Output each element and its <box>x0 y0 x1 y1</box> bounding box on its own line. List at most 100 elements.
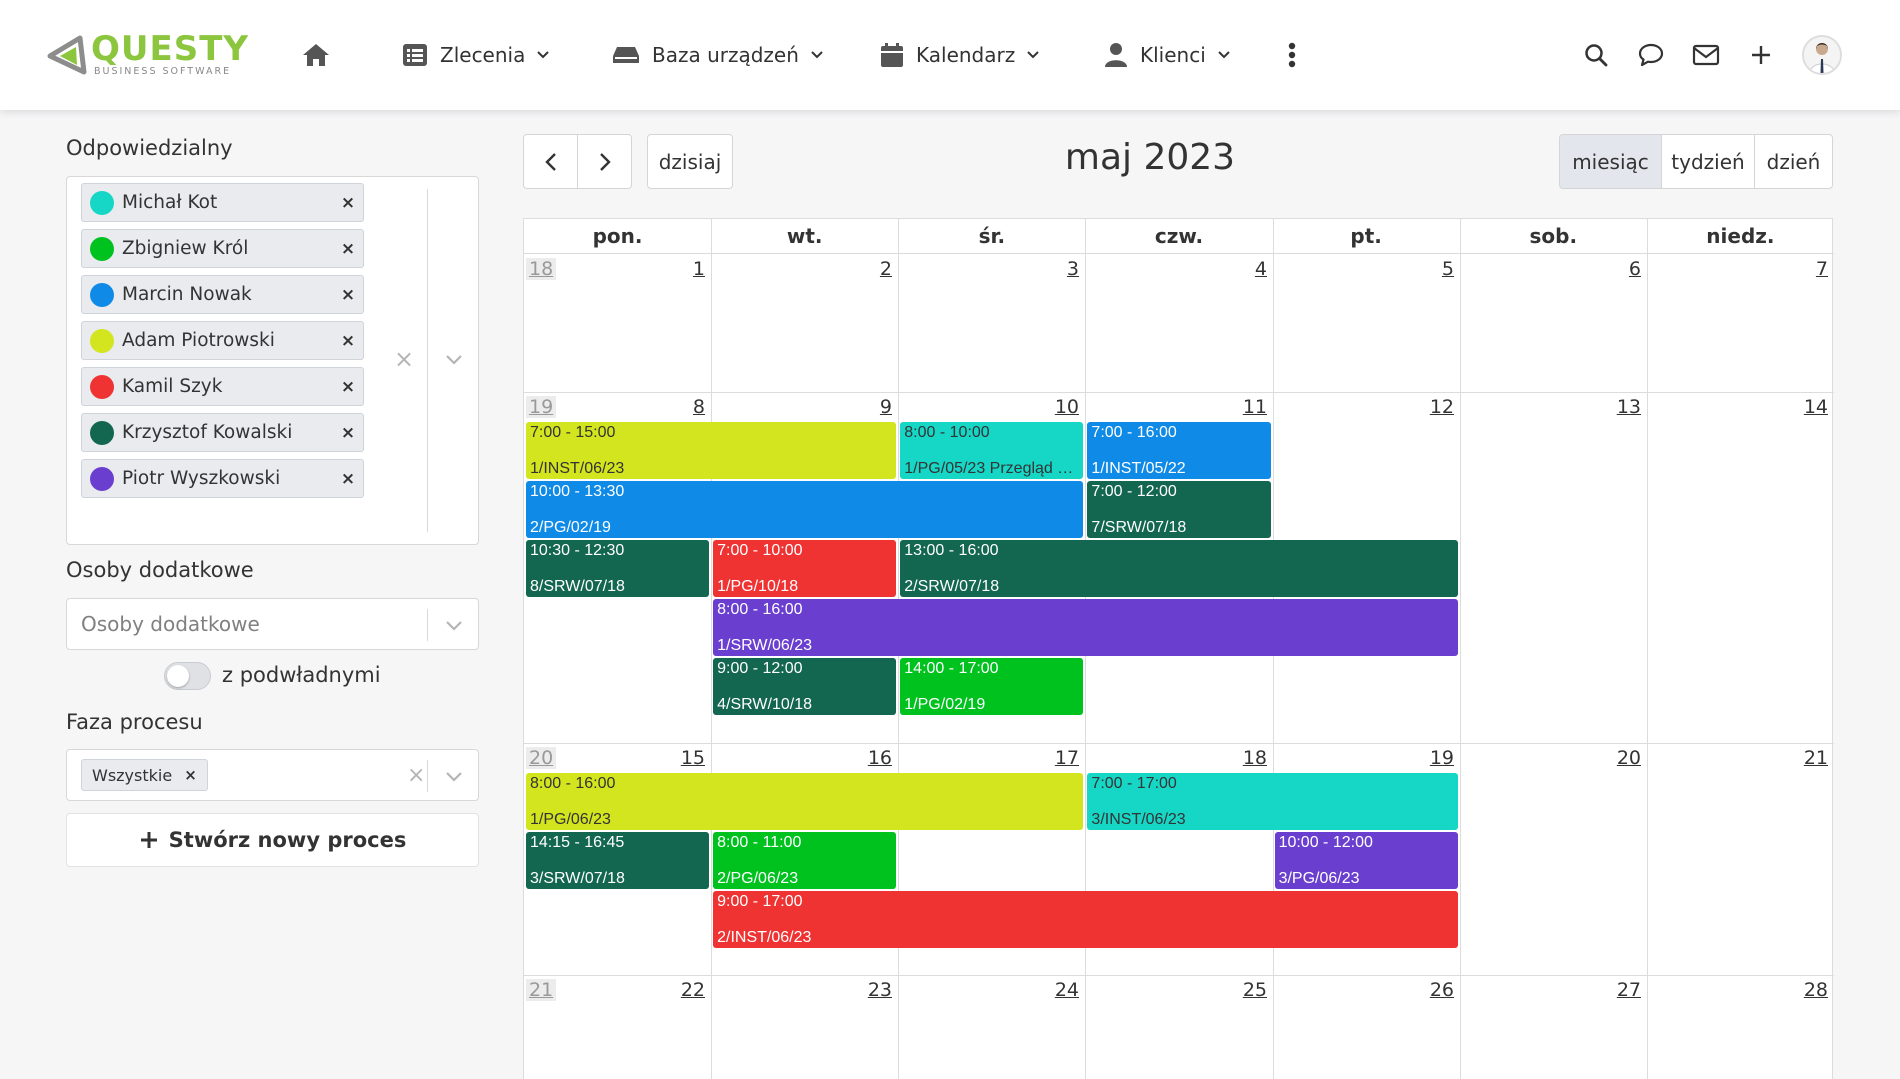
prev-month-button[interactable] <box>523 134 578 189</box>
day-number[interactable]: 3 <box>1039 258 1079 280</box>
week-number[interactable]: 20 <box>526 747 557 769</box>
day-number[interactable]: 21 <box>1788 747 1828 769</box>
home-icon[interactable] <box>296 35 336 75</box>
nav-kalendarz[interactable]: Kalendarz <box>880 35 1039 75</box>
day-number[interactable]: 25 <box>1227 979 1267 1001</box>
remove-chip-icon[interactable]: × <box>333 239 363 259</box>
additional-people-select[interactable]: Osoby dodatkowe <box>66 598 479 650</box>
calendar-event[interactable]: 7:00 - 15:00 1/INST/06/23 <box>526 422 897 479</box>
remove-chip-icon[interactable]: × <box>333 285 363 305</box>
month-calendar: pon. wt. śr. czw. pt. sob. niedz. 18 1 2 3 4 5 6 7 19 8 9… <box>523 218 1834 1079</box>
clear-all-icon[interactable]: × <box>392 347 416 371</box>
event-time: 7:00 - 10:00 <box>717 542 803 559</box>
day-number[interactable]: 2 <box>852 258 892 280</box>
avatar[interactable] <box>1802 35 1842 75</box>
subordinates-toggle[interactable] <box>164 662 211 690</box>
calendar-event[interactable]: 7:00 - 12:00 7/SRW/07/18 <box>1087 481 1271 538</box>
day-number[interactable]: 24 <box>1039 979 1079 1001</box>
day-number[interactable]: 28 <box>1788 979 1828 1001</box>
calendar-event[interactable]: 10:00 - 13:30 2/PG/02/19 <box>526 481 1084 538</box>
day-number[interactable]: 18 <box>1227 747 1267 769</box>
event-time: 7:00 - 16:00 <box>1091 424 1177 441</box>
chip-name: Kamil Szyk <box>122 376 223 397</box>
day-number[interactable]: 22 <box>665 979 705 1001</box>
plus-icon[interactable] <box>1741 35 1781 75</box>
clear-all-icon[interactable]: × <box>407 763 425 788</box>
calendar-event[interactable]: 7:00 - 17:00 3/INST/06/23 <box>1087 773 1458 830</box>
nav-zlecenia[interactable]: Zlecenia <box>402 35 550 75</box>
remove-chip-icon[interactable]: × <box>333 377 363 397</box>
day-number[interactable]: 6 <box>1601 258 1641 280</box>
day-number[interactable]: 8 <box>665 396 705 418</box>
color-dot <box>90 420 114 445</box>
day-number[interactable]: 7 <box>1788 258 1828 280</box>
view-month-button[interactable]: miesiąc <box>1559 134 1662 189</box>
calendar-event[interactable]: 7:00 - 16:00 1/INST/05/22 <box>1087 422 1271 479</box>
grid-line <box>711 219 712 1079</box>
day-number[interactable]: 13 <box>1601 396 1641 418</box>
remove-chip-icon[interactable]: × <box>333 331 363 351</box>
day-number[interactable]: 5 <box>1414 258 1454 280</box>
day-number[interactable]: 19 <box>1414 747 1454 769</box>
calendar-event[interactable]: 7:00 - 10:00 1/PG/10/18 <box>713 540 897 597</box>
day-number[interactable]: 10 <box>1039 396 1079 418</box>
calendar-event[interactable]: 9:00 - 12:00 4/SRW/10/18 <box>713 658 897 715</box>
next-month-button[interactable] <box>577 134 632 189</box>
day-number[interactable]: 1 <box>665 258 705 280</box>
view-week-button[interactable]: tydzień <box>1661 134 1755 189</box>
day-number[interactable]: 17 <box>1039 747 1079 769</box>
nav-baza-urzadzen[interactable]: Baza urządzeń <box>612 35 823 75</box>
responsible-multiselect[interactable]: Michał Kot × Zbigniew Król × Marcin Nowa… <box>66 176 479 545</box>
color-dot <box>90 466 114 491</box>
chevron-down-icon[interactable] <box>442 613 466 637</box>
remove-chip-icon[interactable]: × <box>333 193 363 213</box>
questy-logo[interactable]: QUESTY BUSINESS SOFTWARE <box>46 32 261 78</box>
day-number[interactable]: 9 <box>852 396 892 418</box>
create-process-button[interactable]: Stwórz nowy proces <box>66 813 479 867</box>
calendar-event[interactable]: 8:00 - 10:00 1/PG/05/23 Przegląd okresowy <box>900 422 1084 479</box>
remove-chip-icon[interactable]: × <box>333 423 363 443</box>
week-number[interactable]: 19 <box>526 396 557 418</box>
chip-name: Krzysztof Kowalski <box>122 422 293 443</box>
color-dot <box>90 374 114 399</box>
chevron-right-icon <box>599 152 611 171</box>
nav-klienci[interactable]: Klienci <box>1104 35 1230 75</box>
day-number[interactable]: 11 <box>1227 396 1267 418</box>
calendar-event[interactable]: 14:00 - 17:00 1/PG/02/19 <box>900 658 1084 715</box>
plus-icon <box>140 832 157 848</box>
day-number[interactable]: 27 <box>1601 979 1641 1001</box>
week-number[interactable]: 21 <box>526 979 557 1001</box>
today-button[interactable]: dzisiaj <box>647 134 733 189</box>
week-number[interactable]: 18 <box>526 258 557 280</box>
nav-baza-label: Baza urządzeń <box>652 43 799 67</box>
day-number[interactable]: 20 <box>1601 747 1641 769</box>
weekday-header: wt. <box>711 219 899 254</box>
day-number[interactable]: 4 <box>1227 258 1267 280</box>
calendar-event[interactable]: 8:00 - 16:00 1/PG/06/23 <box>526 773 1084 830</box>
day-number[interactable]: 12 <box>1414 396 1454 418</box>
remove-chip-icon[interactable]: × <box>333 469 363 489</box>
search-icon[interactable] <box>1576 35 1616 75</box>
calendar-event[interactable]: 10:30 - 12:30 8/SRW/07/18 <box>526 540 710 597</box>
day-number[interactable]: 16 <box>852 747 892 769</box>
calendar-event[interactable]: 9:00 - 17:00 2/INST/06/23 <box>713 891 1458 948</box>
day-number[interactable]: 14 <box>1788 396 1828 418</box>
view-day-button[interactable]: dzień <box>1754 134 1833 189</box>
event-time: 9:00 - 12:00 <box>717 660 803 677</box>
calendar-event[interactable]: 14:15 - 16:45 3/SRW/07/18 <box>526 832 710 889</box>
chevron-down-icon[interactable] <box>442 347 466 371</box>
divider <box>427 189 428 532</box>
chevron-down-icon[interactable] <box>442 764 466 788</box>
chat-icon[interactable] <box>1631 35 1671 75</box>
more-vertical-icon[interactable] <box>1272 35 1312 75</box>
calendar-event[interactable]: 8:00 - 16:00 1/SRW/06/23 <box>713 599 1458 656</box>
day-number[interactable]: 23 <box>852 979 892 1001</box>
remove-chip-icon[interactable]: × <box>184 766 197 784</box>
day-number[interactable]: 15 <box>665 747 705 769</box>
calendar-event[interactable]: 13:00 - 16:00 2/SRW/07/18 <box>900 540 1458 597</box>
phase-select[interactable]: Wszystkie × × <box>66 749 479 801</box>
day-number[interactable]: 26 <box>1414 979 1454 1001</box>
calendar-event[interactable]: 8:00 - 11:00 2/PG/06/23 <box>713 832 897 889</box>
calendar-event[interactable]: 10:00 - 12:00 3/PG/06/23 <box>1274 832 1458 889</box>
mail-icon[interactable] <box>1686 35 1726 75</box>
